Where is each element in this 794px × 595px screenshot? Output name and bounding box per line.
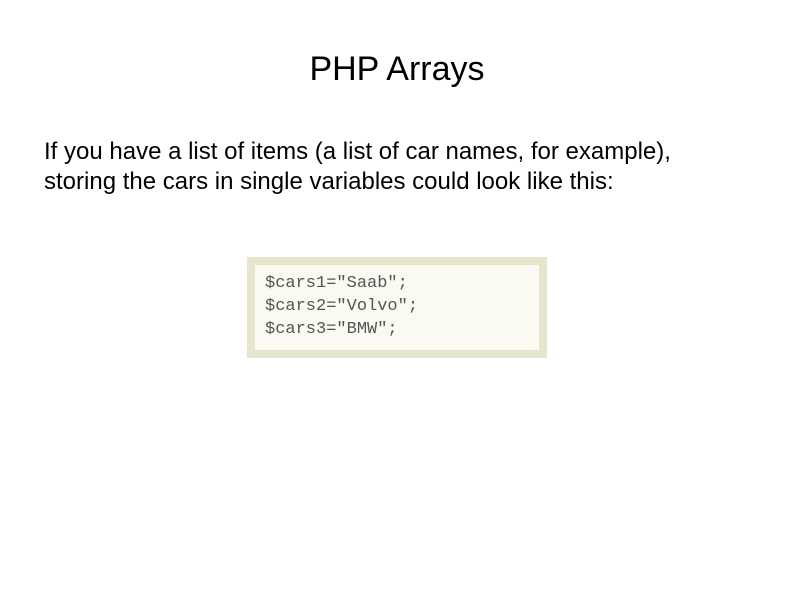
code-line-2: $cars2="Volvo";	[265, 297, 418, 316]
intro-paragraph: If you have a list of items (a list of c…	[44, 137, 744, 197]
code-box: $cars1="Saab"; $cars2="Volvo"; $cars3="B…	[247, 257, 547, 358]
page-title: PHP Arrays	[44, 50, 750, 89]
code-line-1: $cars1="Saab";	[265, 274, 408, 293]
code-content: $cars1="Saab"; $cars2="Volvo"; $cars3="B…	[265, 273, 529, 342]
code-line-3: $cars3="BMW";	[265, 320, 398, 339]
code-wrapper: $cars1="Saab"; $cars2="Volvo"; $cars3="B…	[44, 257, 750, 358]
